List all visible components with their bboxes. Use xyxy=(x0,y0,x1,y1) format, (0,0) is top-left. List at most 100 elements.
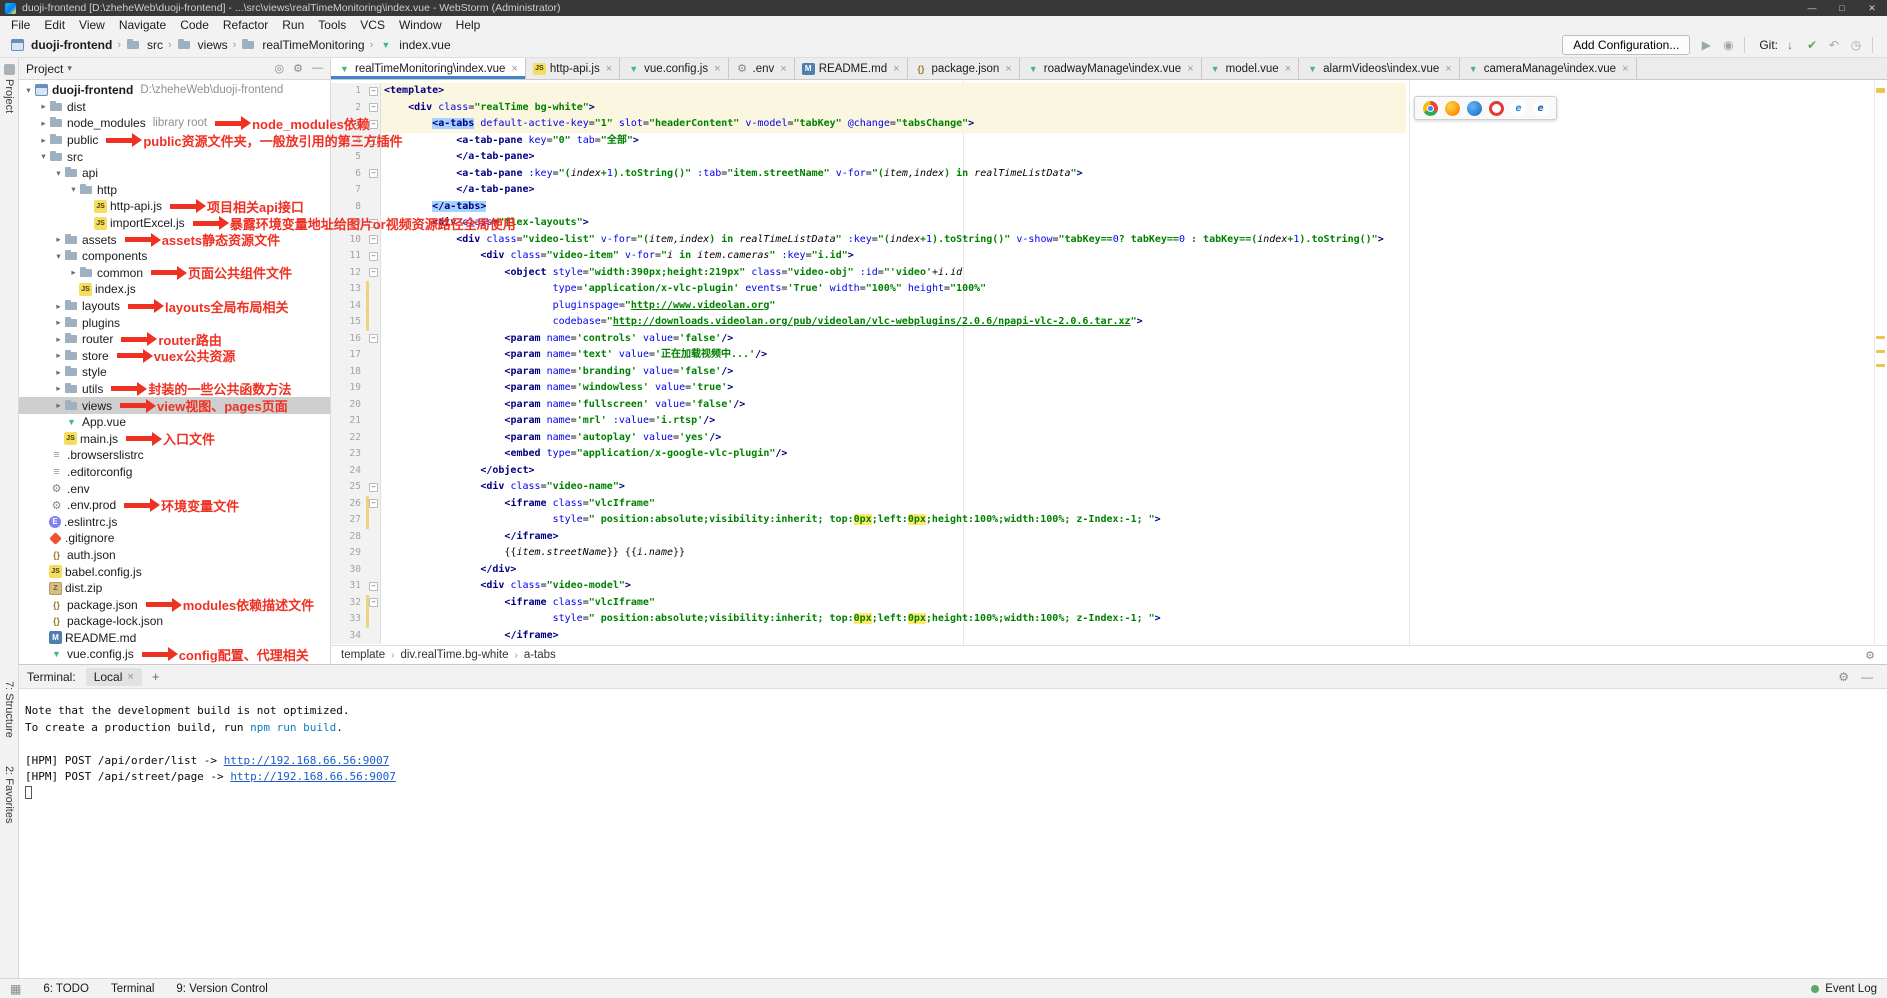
tree-item-eslintrc-js[interactable]: E.eslintrc.js xyxy=(19,513,330,530)
fold-icon[interactable]: − xyxy=(369,598,378,607)
ie-browser-icon[interactable]: e xyxy=(1511,101,1526,116)
menu-item-file[interactable]: File xyxy=(4,18,37,32)
tree-item-auth-json[interactable]: {}auth.json xyxy=(19,547,330,564)
tree-item-package-json[interactable]: {}package.jsonmodules依赖描述文件 xyxy=(19,596,330,613)
tree-item-browserslistrc[interactable]: ≡.browserslistrc xyxy=(19,447,330,464)
tree-item-readme-md[interactable]: MREADME.md xyxy=(19,630,330,647)
fold-icon[interactable]: − xyxy=(369,219,378,228)
editor-breadcrumb-a-tabs[interactable]: a-tabs xyxy=(524,649,556,661)
close-icon[interactable]: × xyxy=(1005,63,1011,75)
fold-icon[interactable]: − xyxy=(369,483,378,492)
tree-item-api[interactable]: ▾api xyxy=(19,165,330,182)
tree-item-http[interactable]: ▾http xyxy=(19,182,330,199)
tree-item-router[interactable]: ▸routerrouter路由 xyxy=(19,331,330,348)
status-bar-9-version-control[interactable]: 9: Version Control xyxy=(176,983,267,995)
close-icon[interactable]: × xyxy=(1622,63,1628,75)
fold-icon[interactable]: − xyxy=(369,120,378,129)
tree-item-http-api-js[interactable]: JShttp-api.js项目相关api接口 xyxy=(19,198,330,215)
fold-icon[interactable]: − xyxy=(369,136,378,145)
tree-item-dist-zip[interactable]: Zdist.zip xyxy=(19,580,330,597)
code-editor[interactable]: 1−<template>2− <div class="realTime bg-w… xyxy=(331,80,1887,645)
close-icon[interactable]: × xyxy=(1187,63,1193,75)
chevron-down-icon[interactable]: ▾ xyxy=(67,63,72,74)
terminal-settings-icon[interactable]: ⚙ xyxy=(1838,670,1849,684)
tree-item-store[interactable]: ▸storevuex公共资源 xyxy=(19,348,330,365)
tree-item-common[interactable]: ▸common页面公共组件文件 xyxy=(19,265,330,282)
history-icon[interactable]: ◷ xyxy=(1846,38,1866,52)
tree-item-node-modules[interactable]: ▸node_moduleslibrary rootnode_modules依赖 xyxy=(19,115,330,132)
editor-breadcrumb-div-realtime-bg-white[interactable]: div.realTime.bg-white xyxy=(400,649,508,661)
chevron-right-icon[interactable]: ▸ xyxy=(38,101,49,112)
chrome-browser-icon[interactable] xyxy=(1423,101,1438,116)
chevron-right-icon[interactable]: ▸ xyxy=(53,301,64,312)
status-bar-terminal[interactable]: Terminal xyxy=(111,983,154,995)
editor-tab-package-json[interactable]: {}package.json× xyxy=(908,58,1020,79)
hide-panel-icon[interactable]: — xyxy=(312,62,323,75)
chevron-right-icon[interactable]: ▸ xyxy=(53,383,64,394)
opera-browser-icon[interactable] xyxy=(1489,101,1504,116)
chevron-right-icon[interactable]: ▸ xyxy=(53,367,64,378)
close-icon[interactable]: × xyxy=(893,63,899,75)
breadcrumb-views[interactable]: views xyxy=(177,38,228,52)
tree-item-gitignore[interactable]: .gitignore xyxy=(19,530,330,547)
chevron-right-icon[interactable]: ▸ xyxy=(53,317,64,328)
maximize-button[interactable]: □ xyxy=(1827,0,1857,16)
breadcrumb-duoji-frontend[interactable]: duoji-frontend xyxy=(10,38,112,52)
menu-item-view[interactable]: View xyxy=(72,18,112,32)
tool-window-switcher-icon[interactable]: ▦ xyxy=(10,982,21,996)
chevron-right-icon[interactable]: ▸ xyxy=(53,234,64,245)
tree-item-components[interactable]: ▾components xyxy=(19,248,330,265)
breadcrumb-index-vue[interactable]: ▼index.vue xyxy=(378,38,450,52)
menu-item-help[interactable]: Help xyxy=(449,18,488,32)
chevron-down-icon[interactable]: ▾ xyxy=(68,184,79,195)
menu-item-window[interactable]: Window xyxy=(392,18,449,32)
tree-item-env[interactable]: ⚙.env xyxy=(19,480,330,497)
menu-item-tools[interactable]: Tools xyxy=(311,18,353,32)
tree-item-package-lock-json[interactable]: {}package-lock.json xyxy=(19,613,330,630)
tree-item-main-js[interactable]: JSmain.js入口文件 xyxy=(19,430,330,447)
run-icon[interactable]: ▶ xyxy=(1696,38,1716,52)
fold-icon[interactable]: − xyxy=(369,103,378,112)
fold-icon[interactable]: − xyxy=(369,499,378,508)
fold-icon[interactable]: − xyxy=(369,87,378,96)
chevron-right-icon[interactable]: ▸ xyxy=(38,118,49,129)
edge-browser-icon[interactable]: e xyxy=(1533,101,1548,116)
tree-item-style[interactable]: ▸style xyxy=(19,364,330,381)
editor-tab-env[interactable]: ⚙.env× xyxy=(729,58,795,79)
add-configuration-button[interactable]: Add Configuration... xyxy=(1562,35,1690,55)
new-terminal-button[interactable]: + xyxy=(152,669,160,684)
rollback-icon[interactable]: ↶ xyxy=(1824,38,1844,52)
tree-item-public[interactable]: ▸publicpublic资源文件夹，一般放引用的第三方插件 xyxy=(19,132,330,149)
close-icon[interactable]: × xyxy=(511,63,517,75)
fold-icon[interactable]: − xyxy=(369,334,378,343)
chevron-down-icon[interactable]: ▾ xyxy=(53,251,64,262)
update-project-icon[interactable]: ↓ xyxy=(1780,38,1800,52)
tree-item-views[interactable]: ▸viewsview视图、pages页面 xyxy=(19,397,330,414)
fold-icon[interactable]: − xyxy=(369,235,378,244)
close-icon[interactable]: × xyxy=(714,63,720,75)
close-icon[interactable]: × xyxy=(780,63,786,75)
close-icon[interactable]: × xyxy=(1445,63,1451,75)
breadcrumb-src[interactable]: src xyxy=(126,38,163,52)
settings-icon[interactable]: ⚙ xyxy=(293,62,303,75)
fold-icon[interactable]: − xyxy=(369,582,378,591)
hide-terminal-icon[interactable]: — xyxy=(1861,670,1873,684)
menu-item-navigate[interactable]: Navigate xyxy=(112,18,173,32)
chevron-down-icon[interactable]: ▾ xyxy=(38,151,49,162)
editor-tab-cameramanage-index-vue[interactable]: ▼cameraManage\index.vue× xyxy=(1460,58,1637,79)
locate-file-icon[interactable]: ◎ xyxy=(275,62,285,75)
project-panel-title[interactable]: Project xyxy=(26,62,63,76)
tree-item-dist[interactable]: ▸dist xyxy=(19,99,330,116)
menu-item-code[interactable]: Code xyxy=(173,18,216,32)
safari-browser-icon[interactable] xyxy=(1467,101,1482,116)
breadcrumb-settings-icon[interactable]: ⚙ xyxy=(1865,649,1875,662)
terminal-output[interactable]: Note that the development build is not o… xyxy=(19,689,1887,978)
tree-item-importexcel-js[interactable]: JSimportExcel.js暴露环境变量地址给图片or视频资源路径全局使用 xyxy=(19,215,330,232)
menu-item-vcs[interactable]: VCS xyxy=(353,18,392,32)
close-icon[interactable]: × xyxy=(606,63,612,75)
close-button[interactable]: ✕ xyxy=(1857,0,1887,16)
tree-item-env-prod[interactable]: ⚙.env.prod环境变量文件 xyxy=(19,497,330,514)
chevron-right-icon[interactable]: ▸ xyxy=(38,135,49,146)
chevron-right-icon[interactable]: ▸ xyxy=(53,350,64,361)
stripe-button-7-structure[interactable]: 7: Structure xyxy=(3,681,15,738)
